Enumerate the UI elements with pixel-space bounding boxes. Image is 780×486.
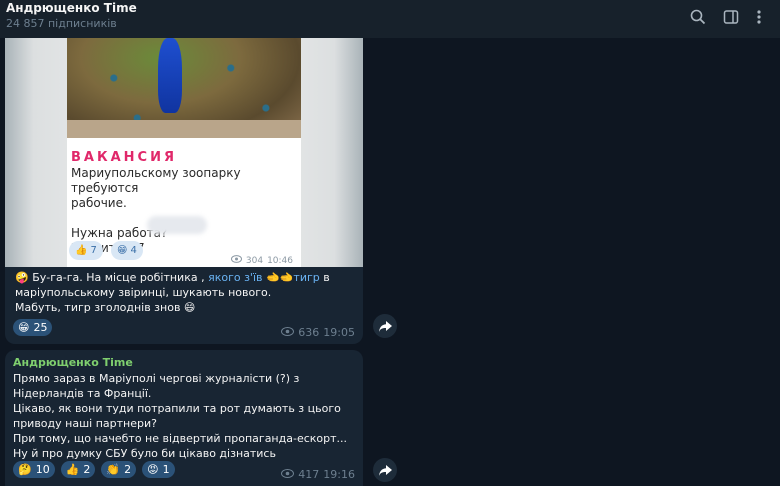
image-time: 10:46 bbox=[267, 255, 293, 266]
chat-header: Андрющенко Time 24 857 підписників bbox=[0, 0, 780, 38]
reaction-chip[interactable]: 😁 25 bbox=[13, 319, 53, 336]
caption-link-tail[interactable]: тигр bbox=[293, 271, 319, 284]
more-vert-icon[interactable] bbox=[748, 6, 770, 28]
post-text: Прямо зараз в Маріуполі чергові журналіс… bbox=[13, 372, 348, 460]
peacock-image bbox=[67, 38, 301, 138]
image-reaction: 😁 4 bbox=[111, 241, 143, 260]
image-views: 304 bbox=[245, 255, 264, 266]
message-bubble: Андрющенко Time Прямо зараз в Маріуполі … bbox=[5, 350, 363, 486]
post-author[interactable]: Андрющенко Time bbox=[13, 356, 133, 369]
message-time: 19:16 bbox=[323, 468, 355, 481]
caption-text: Бу-га-га. На місце робітника , bbox=[32, 271, 209, 284]
views-count: 636 bbox=[298, 326, 320, 339]
search-icon[interactable] bbox=[687, 6, 709, 28]
eye-icon bbox=[281, 468, 295, 481]
reaction-chip[interactable]: 👏 2 bbox=[101, 461, 137, 478]
message-time: 19:05 bbox=[323, 326, 355, 339]
reaction-chip[interactable]: 😡 1 bbox=[142, 461, 175, 478]
eye-icon bbox=[230, 255, 242, 266]
message-meta: 636 19:05 bbox=[281, 326, 355, 339]
subscriber-count: 24 857 підписників bbox=[6, 17, 117, 30]
post-photo[interactable]: ВАКАНСИЯ Мариупольскому зоопарку требуют… bbox=[5, 38, 363, 267]
vacancy-title: ВАКАНСИЯ bbox=[71, 150, 177, 165]
caption-line-2: Мабуть, тигр зголоднів знов 😄 bbox=[15, 301, 196, 314]
caption-emoji: 🤪 bbox=[15, 271, 29, 284]
channel-title[interactable]: Андрющенко Time bbox=[6, 1, 137, 15]
sidebar-toggle-icon[interactable] bbox=[720, 6, 742, 28]
message-bubble: ВАКАНСИЯ Мариупольскому зоопарку требуют… bbox=[5, 38, 363, 344]
image-meta: 304 10:46 bbox=[230, 255, 293, 266]
message-meta: 417 19:16 bbox=[281, 468, 355, 481]
caption-link[interactable]: якого з'їв bbox=[208, 271, 262, 284]
share-icon[interactable] bbox=[373, 314, 397, 338]
share-icon[interactable] bbox=[373, 458, 397, 482]
image-reaction: 👍 7 bbox=[69, 241, 103, 260]
post-caption: 🤪 Бу-га-га. На місце робітника , якого з… bbox=[15, 270, 355, 315]
reaction-chip[interactable]: 👍 2 bbox=[60, 461, 96, 478]
eye-icon bbox=[281, 326, 295, 339]
blurred-phone bbox=[147, 216, 207, 234]
reaction-chip[interactable]: 🤔 10 bbox=[13, 461, 55, 478]
views-count: 417 bbox=[298, 468, 320, 481]
reactions-row: 🤔 10 👍 2 👏 2 😡 1 bbox=[13, 461, 175, 478]
vacancy-text: Мариупольскому зоопарку требуются рабочи… bbox=[71, 166, 241, 255]
hand-emoji: 🫲🫲 bbox=[266, 271, 294, 284]
